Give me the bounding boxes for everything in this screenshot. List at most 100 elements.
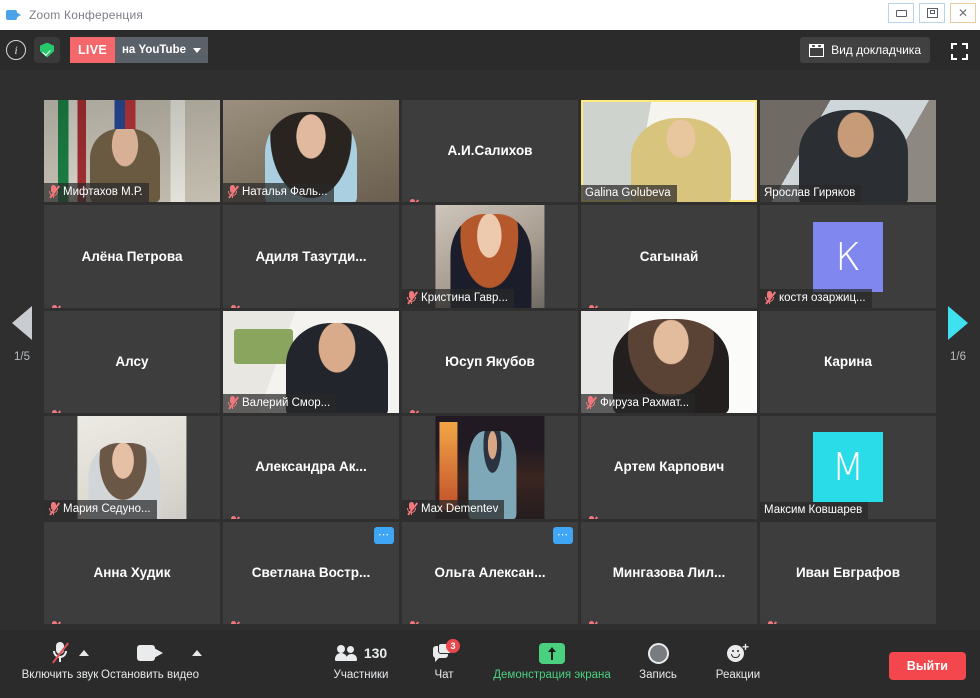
- participant-tile[interactable]: Ольга Алексан... ⋯: [402, 521, 578, 624]
- participant-tile[interactable]: Кристина Гавр...: [402, 205, 578, 308]
- participant-tile[interactable]: А.И.Салихов: [402, 100, 578, 203]
- participant-tile[interactable]: Мингазова Лил...: [581, 521, 757, 624]
- audio-options-chevron-icon[interactable]: [79, 650, 89, 656]
- shield-check-icon: [40, 42, 54, 58]
- participant-mute-indicator: [402, 618, 419, 624]
- participant-tile[interactable]: Александра Ак...: [223, 416, 399, 519]
- encryption-shield-button[interactable]: [34, 37, 60, 63]
- participant-name: Адиля Тазутди...: [255, 248, 367, 264]
- participant-mute-indicator: [44, 407, 61, 414]
- record-label: Запись: [639, 669, 677, 681]
- participant-name: Алёна Петрова: [81, 248, 183, 264]
- next-page-button[interactable]: 1/6: [936, 306, 980, 363]
- participant-tile[interactable]: Мифтахов М.Р.: [44, 100, 220, 203]
- participant-tile[interactable]: Светлана Востр... ⋯: [223, 521, 399, 624]
- participant-tile[interactable]: Юсуп Якубов: [402, 310, 578, 414]
- participant-name: Артем Карпович: [613, 459, 725, 475]
- participant-name: Иван Евграфов: [795, 564, 901, 580]
- participant-name-bar: костя озаржиц...: [760, 288, 872, 308]
- participant-tile[interactable]: Адиля Тазутди...: [223, 205, 399, 308]
- participant-tile[interactable]: Анна Худик: [44, 521, 220, 624]
- title-bar: Zoom Конференция ✕: [0, 0, 980, 30]
- meeting-toolbar: Включить звук Остановить видео 130 Участ…: [0, 630, 980, 698]
- participant-mute-indicator: [44, 618, 61, 624]
- participant-name: Светлана Востр...: [251, 564, 371, 580]
- participant-tile[interactable]: Ккостя озаржиц...: [760, 205, 936, 308]
- microphone-muted-icon: [48, 185, 60, 199]
- participant-mute-indicator: [402, 196, 419, 203]
- microphone-muted-icon: [227, 396, 239, 410]
- participant-tile[interactable]: Мария Седуно...: [44, 416, 220, 519]
- participant-name: Galina Golubeva: [585, 187, 671, 200]
- share-screen-button[interactable]: Демонстрация экрана: [492, 638, 612, 681]
- participant-tile[interactable]: M Максим Ковшарев: [760, 416, 936, 519]
- participant-more-options-button[interactable]: ⋯: [374, 526, 394, 544]
- microphone-muted-icon: [406, 290, 418, 305]
- participant-name: Юсуп Якубов: [445, 353, 535, 369]
- participant-tile[interactable]: Алёна Петрова: [44, 205, 220, 308]
- live-destination-label: на YouTube: [121, 44, 187, 56]
- participant-mute-indicator: [402, 407, 419, 414]
- participant-mute-indicator: [44, 301, 61, 308]
- live-destination-dropdown[interactable]: на YouTube: [114, 37, 209, 63]
- maximize-button[interactable]: [919, 3, 945, 23]
- participant-mute-indicator: [223, 618, 240, 624]
- participant-name: Сагынай: [639, 248, 699, 264]
- reactions-smiley-icon: +: [727, 638, 749, 668]
- close-icon: ✕: [957, 6, 969, 20]
- people-icon: 130: [334, 638, 387, 668]
- participant-name: Александра Ак...: [255, 459, 367, 475]
- video-options-chevron-icon[interactable]: [192, 650, 202, 656]
- participant-mute-indicator: [223, 301, 240, 308]
- participant-name: Фируза Рахмат...: [600, 397, 690, 410]
- participant-tile[interactable]: Карина: [760, 310, 936, 414]
- speaker-view-button[interactable]: Вид докладчика: [800, 37, 930, 63]
- participant-tile[interactable]: Валерий Смор...: [223, 310, 399, 414]
- previous-page-button[interactable]: 1/5: [0, 306, 44, 363]
- participant-tile[interactable]: Артем Карпович: [581, 416, 757, 519]
- participant-name-bar: Ярослав Гиряков: [760, 185, 862, 203]
- microphone-muted-icon: [764, 290, 776, 305]
- reactions-button[interactable]: + Реакции: [678, 638, 798, 681]
- participant-name-bar: Мифтахов М.Р.: [44, 183, 149, 203]
- info-icon[interactable]: i: [6, 40, 26, 60]
- leave-meeting-button[interactable]: Выйти: [888, 652, 966, 680]
- fullscreen-icon[interactable]: [951, 43, 968, 60]
- participant-name: костя озаржиц...: [779, 291, 866, 304]
- zoom-logo-icon: [6, 7, 22, 23]
- chevron-down-icon: [193, 47, 202, 53]
- participant-name: Мифтахов М.Р.: [63, 186, 143, 199]
- live-stream-indicator[interactable]: LIVE на YouTube: [70, 37, 209, 63]
- participant-tile[interactable]: Galina Golubeva: [581, 100, 757, 203]
- participant-tile[interactable]: Наталья Фаль...: [223, 100, 399, 203]
- participant-name-bar: Максим Ковшарев: [760, 501, 869, 519]
- reactions-label: Реакции: [715, 669, 761, 681]
- camera-icon: [137, 638, 163, 668]
- participant-tile[interactable]: Иван Евграфов: [760, 521, 936, 624]
- mute-label: Включить звук: [21, 669, 99, 681]
- participants-label: Участники: [333, 669, 389, 681]
- window-title: Zoom Конференция: [29, 8, 144, 22]
- microphone-muted-icon: [51, 638, 69, 668]
- share-screen-label: Демонстрация экрана: [493, 669, 611, 681]
- participant-mute-indicator: [760, 618, 777, 624]
- participant-tile[interactable]: Сагынай: [581, 205, 757, 308]
- participant-tile[interactable]: Ярослав Гиряков: [760, 100, 936, 203]
- participant-tile[interactable]: Алсу: [44, 310, 220, 414]
- close-button[interactable]: ✕: [950, 3, 976, 23]
- minimize-button[interactable]: [888, 3, 914, 23]
- zoom-meeting-window: Zoom Конференция ✕ i LIVE на YouTube Вид…: [0, 0, 980, 698]
- participant-tile[interactable]: Max Dementev: [402, 416, 578, 519]
- avatar: К: [813, 221, 883, 292]
- microphone-muted-icon: [585, 396, 597, 410]
- participant-mute-indicator: [223, 512, 240, 519]
- participant-more-options-button[interactable]: ⋯: [553, 526, 573, 544]
- participant-name: Карина: [823, 353, 873, 369]
- participant-tile[interactable]: Фируза Рахмат...: [581, 310, 757, 414]
- participant-name-bar: Наталья Фаль...: [223, 183, 334, 203]
- chat-button[interactable]: 3 Чат: [384, 638, 504, 681]
- participant-mute-indicator: [581, 512, 598, 519]
- participant-name: А.И.Салихов: [447, 143, 533, 159]
- page-indicator-left: 1/5: [14, 351, 30, 363]
- video-button[interactable]: Остановить видео: [90, 638, 210, 681]
